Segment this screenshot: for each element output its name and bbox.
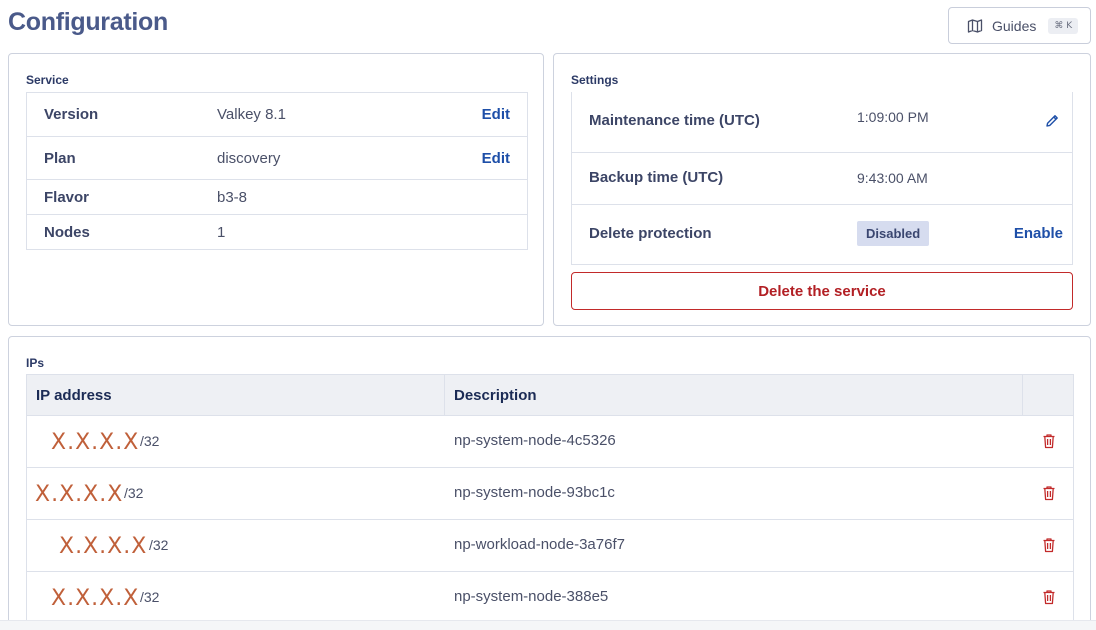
edit-plan-link[interactable]: Edit xyxy=(482,150,510,167)
table-row: X.X.X.X /32 np-system-node-93bc1c xyxy=(26,468,1074,520)
row-value: 1:09:00 PM xyxy=(857,109,929,125)
row-value: 9:43:00 AM xyxy=(857,170,928,186)
table-row: X.X.X.X /32 np-system-node-4c5326 xyxy=(26,416,1074,468)
row-value: discovery xyxy=(217,149,281,167)
ip-address: X.X.X.X xyxy=(35,482,124,507)
row-value: b3-8 xyxy=(217,188,248,206)
bottom-edge xyxy=(0,620,1096,630)
settings-row-backup: Backup time (UTC) 9:43:00 AM xyxy=(572,152,1072,204)
page-title: Configuration xyxy=(8,8,168,36)
column-header-description: Description xyxy=(454,387,537,404)
service-title: Service xyxy=(26,73,69,87)
service-row-flavor: Flavor b3-8 xyxy=(27,179,527,214)
service-row-plan: Plan discovery Edit xyxy=(27,136,527,179)
trash-icon[interactable] xyxy=(1042,537,1056,553)
shortcut-badge: ⌘ K xyxy=(1048,17,1079,34)
ip-description: np-system-node-4c5326 xyxy=(454,432,616,449)
trash-icon[interactable] xyxy=(1042,589,1056,605)
ip-mask: /32 xyxy=(140,589,160,605)
row-key: Flavor xyxy=(44,188,90,206)
edit-version-link[interactable]: Edit xyxy=(482,106,510,123)
service-row-version: Version Valkey 8.1 Edit xyxy=(27,93,527,136)
row-key: Maintenance time (UTC) xyxy=(589,112,760,129)
settings-row-maintenance: Maintenance time (UTC) 1:09:00 PM xyxy=(572,92,1072,152)
table-header: IP address Description xyxy=(26,374,1074,416)
table-row: X.X.X.X /32 np-system-node-388e5 xyxy=(26,572,1074,624)
ip-description: np-system-node-388e5 xyxy=(454,588,609,605)
pencil-icon[interactable] xyxy=(1044,113,1060,129)
column-divider xyxy=(1022,375,1023,415)
row-key: Delete protection xyxy=(589,225,712,242)
trash-icon[interactable] xyxy=(1042,485,1056,501)
ip-mask: /32 xyxy=(124,485,144,501)
row-key: Plan xyxy=(44,149,76,167)
row-key: Version xyxy=(44,106,99,123)
ip-description: np-system-node-93bc1c xyxy=(454,484,615,501)
table-row: X.X.X.X /32 np-workload-node-3a76f7 xyxy=(26,520,1074,572)
ip-address: X.X.X.X xyxy=(51,430,140,455)
enable-protection-link[interactable]: Enable xyxy=(1014,225,1063,242)
ip-address: X.X.X.X xyxy=(59,534,148,559)
column-divider xyxy=(444,375,445,415)
ip-address: X.X.X.X xyxy=(51,586,140,611)
status-badge: Disabled xyxy=(857,221,930,246)
ip-table: IP address Description X.X.X.X /32 np-sy… xyxy=(26,374,1074,624)
row-key: Nodes xyxy=(44,223,90,241)
row-value: 1 xyxy=(217,223,226,241)
ips-title: IPs xyxy=(26,356,45,370)
row-key: Backup time (UTC) xyxy=(589,169,724,186)
service-row-nodes: Nodes 1 xyxy=(27,214,527,249)
guides-label: Guides xyxy=(992,17,1037,34)
guides-button[interactable]: Guides ⌘ K xyxy=(948,7,1091,44)
ip-description: np-workload-node-3a76f7 xyxy=(454,536,625,553)
settings-card: Settings Maintenance time (UTC) 1:09:00 … xyxy=(553,53,1091,326)
settings-table: Maintenance time (UTC) 1:09:00 PM Backup… xyxy=(571,92,1073,265)
column-header-ip: IP address xyxy=(36,387,112,404)
service-card: Service Version Valkey 8.1 Edit Plan dis… xyxy=(8,53,544,326)
service-table: Version Valkey 8.1 Edit Plan discovery E… xyxy=(26,92,528,250)
map-icon xyxy=(967,18,983,34)
delete-service-button[interactable]: Delete the service xyxy=(571,272,1073,310)
ip-mask: /32 xyxy=(140,433,160,449)
settings-title: Settings xyxy=(571,73,619,87)
ips-card: IPs IP address Description X.X.X.X /32 n… xyxy=(8,336,1091,630)
trash-icon[interactable] xyxy=(1042,433,1056,449)
row-value: Valkey 8.1 xyxy=(217,106,286,123)
ip-mask: /32 xyxy=(149,537,169,553)
settings-row-protection: Delete protection Disabled Enable xyxy=(572,204,1072,264)
